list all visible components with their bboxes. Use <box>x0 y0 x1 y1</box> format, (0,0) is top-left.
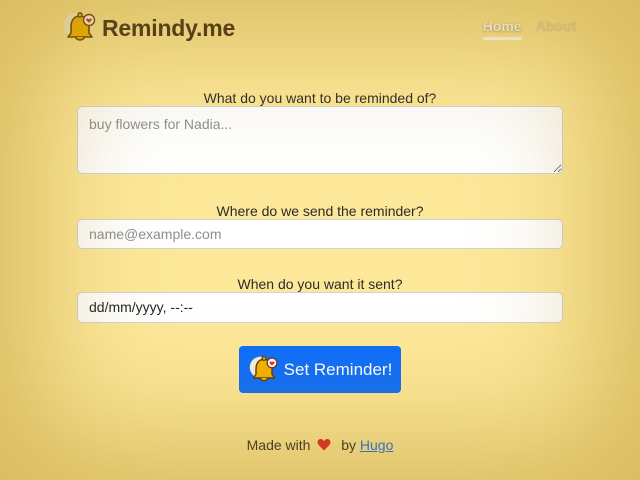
footer-made-with: Made with <box>246 437 311 453</box>
reminder-textarea[interactable] <box>77 106 563 174</box>
author-link[interactable]: Hugo <box>360 437 393 453</box>
footer: Made with by Hugo <box>0 437 640 453</box>
set-reminder-label: Set Reminder! <box>283 359 393 379</box>
heart-icon <box>317 438 331 451</box>
bell-icon <box>248 354 280 386</box>
bell-icon <box>62 10 98 46</box>
datetime-label: When do you want it sent? <box>237 276 403 292</box>
email-label: Where do we send the reminder? <box>216 203 424 219</box>
footer-by: by <box>341 437 357 453</box>
datetime-value: dd/mm/yyyy, --:-- <box>89 299 193 315</box>
reminder-label: What do you want to be reminded of? <box>203 90 437 106</box>
main-nav: Home About <box>482 18 576 40</box>
set-reminder-button[interactable]: Set Reminder! <box>239 346 401 393</box>
brand-link[interactable]: Remindy.me <box>62 10 235 46</box>
nav-about[interactable]: About <box>536 18 576 40</box>
datetime-field[interactable]: dd/mm/yyyy, --:-- <box>77 292 563 323</box>
nav-home[interactable]: Home <box>482 18 522 40</box>
brand-name: Remindy.me <box>102 14 236 41</box>
email-field[interactable] <box>77 219 563 249</box>
